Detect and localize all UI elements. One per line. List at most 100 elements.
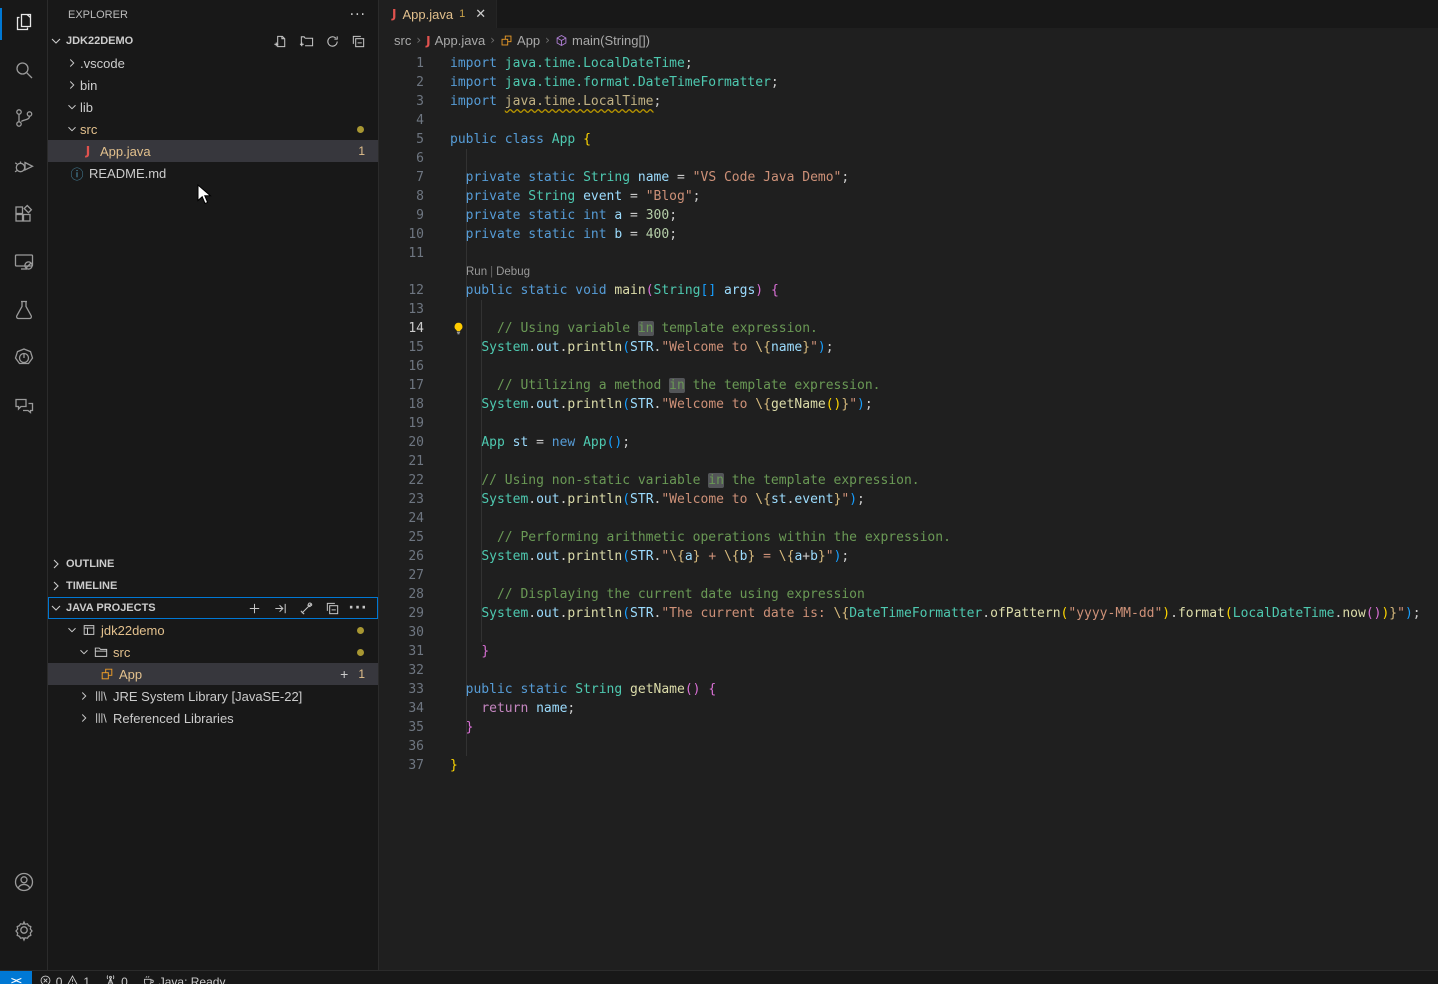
code-line-12[interactable]: 12 public static void main(String[] args… — [380, 281, 1438, 300]
code-line-26[interactable]: 26 System.out.println(STR."\{a} + \{b} =… — [380, 547, 1438, 566]
explorer-item-lib[interactable]: lib — [48, 96, 378, 118]
code-line-11[interactable]: 11 — [380, 244, 1438, 263]
code-line-15[interactable]: 15 System.out.println(STR."Welcome to \{… — [380, 338, 1438, 357]
collapse-all-icon[interactable] — [348, 31, 368, 51]
code-line-2[interactable]: 2import java.time.format.DateTimeFormatt… — [380, 73, 1438, 92]
code-line-content[interactable]: System.out.println(STR."Welcome to \{nam… — [450, 338, 834, 357]
breadcrumb-item-app[interactable]: App — [500, 33, 540, 48]
code-line-20[interactable]: 20 App st = new App(); — [380, 433, 1438, 452]
java-projects-item-jp-src[interactable]: src — [48, 641, 378, 663]
code-line-content[interactable]: private static String name = "VS Code Ja… — [450, 168, 849, 187]
code-line-content[interactable]: System.out.println(STR."Welcome to \{st.… — [450, 490, 865, 509]
activity-remote-explorer[interactable] — [0, 240, 48, 288]
code-line-23[interactable]: 23 System.out.println(STR."Welcome to \{… — [380, 490, 1438, 509]
line-number[interactable]: 17 — [380, 376, 424, 395]
code-line-8[interactable]: 8 private String event = "Blog"; — [380, 187, 1438, 206]
line-number[interactable]: 28 — [380, 585, 424, 604]
code-line-17[interactable]: 17 // Utilizing a method in the template… — [380, 376, 1438, 395]
activity-run-debug[interactable] — [0, 144, 48, 192]
code-line-content[interactable]: App st = new App(); — [450, 433, 630, 452]
codelens-run[interactable]: Run — [466, 266, 487, 278]
code-line-34[interactable]: 34 return name; — [380, 699, 1438, 718]
code-line-3[interactable]: 3 import java.time.LocalTime; — [380, 92, 1438, 111]
code-line-content[interactable]: public static String getName() { — [450, 680, 716, 699]
explorer-item-readme[interactable]: ⓘREADME.md — [48, 162, 378, 184]
line-number[interactable]: 5 — [380, 130, 424, 149]
code-line-content[interactable]: System.out.println(STR."The current date… — [450, 604, 1421, 623]
code-line-content[interactable]: // Performing arithmetic operations with… — [450, 528, 951, 547]
code-line-content[interactable]: // Using variable in template expression… — [450, 319, 818, 338]
line-number[interactable]: 21 — [380, 452, 424, 471]
line-number[interactable]: 22 — [380, 471, 424, 490]
explorer-item-vscode[interactable]: .vscode — [48, 52, 378, 74]
activity-extensions[interactable] — [0, 192, 48, 240]
code-line-content[interactable]: // Using non-static variable in the temp… — [450, 471, 920, 490]
code-line-33[interactable]: 33 public static String getName() { — [380, 680, 1438, 699]
code-line-content[interactable]: import java.time.LocalTime; — [450, 92, 661, 111]
code-line-content[interactable]: System.out.println(STR."\{a} + \{b} = \{… — [450, 547, 849, 566]
line-number[interactable]: 31 — [380, 642, 424, 661]
new-file-icon[interactable] — [270, 31, 290, 51]
remote-indicator[interactable]: >< — [0, 971, 32, 984]
line-number[interactable]: 15 — [380, 338, 424, 357]
line-number[interactable]: 1 — [380, 54, 424, 73]
line-number[interactable]: 27 — [380, 566, 424, 585]
ports-status[interactable]: 0 — [97, 971, 135, 984]
code-line-content[interactable]: public class App { — [450, 130, 591, 149]
code-line-9[interactable]: 9 private static int a = 300; — [380, 206, 1438, 225]
line-number[interactable]: 29 — [380, 604, 424, 623]
code-line-6[interactable]: 6 — [380, 149, 1438, 168]
explorer-item-app-java[interactable]: JApp.java1 — [48, 140, 378, 162]
code-line-19[interactable]: 19 — [380, 414, 1438, 433]
code-line-content[interactable]: private static int a = 300; — [450, 206, 677, 225]
line-number[interactable]: 24 — [380, 509, 424, 528]
code-line-37[interactable]: 37} — [380, 756, 1438, 775]
build-workspace-icon[interactable] — [296, 598, 316, 618]
line-number[interactable]: 13 — [380, 300, 424, 319]
code-line-content[interactable]: return name; — [450, 699, 575, 718]
code-line-content[interactable]: } — [450, 642, 489, 661]
new-folder-icon[interactable] — [296, 31, 316, 51]
code-line-5[interactable]: 5 public class App { — [380, 130, 1438, 149]
code-line-24[interactable]: 24 — [380, 509, 1438, 528]
line-number[interactable]: 3 — [380, 92, 424, 111]
code-line-content[interactable]: } — [450, 756, 458, 775]
code-line-29[interactable]: 29 System.out.println(STR."The current d… — [380, 604, 1438, 623]
code-line-content[interactable]: } — [450, 718, 473, 737]
lightbulb-icon[interactable] — [451, 321, 466, 336]
activity-testing[interactable] — [0, 288, 48, 336]
code-line-content[interactable]: private String event = "Blog"; — [450, 187, 701, 206]
more-actions-icon[interactable]: ··· — [348, 598, 368, 618]
timeline-section-header[interactable]: TIMELINE — [48, 575, 378, 597]
code-line-content[interactable]: private static int b = 400; — [450, 225, 677, 244]
collapse-all-icon[interactable] — [322, 598, 342, 618]
code-line-14[interactable]: 14 // Using variable in template express… — [380, 319, 1438, 338]
explorer-item-bin[interactable]: bin — [48, 74, 378, 96]
settings-button[interactable] — [0, 908, 48, 956]
code-line-content[interactable]: import java.time.format.DateTimeFormatte… — [450, 73, 779, 92]
line-number[interactable]: 34 — [380, 699, 424, 718]
code-line-25[interactable]: 25 // Performing arithmetic operations w… — [380, 528, 1438, 547]
code-line-content[interactable]: System.out.println(STR."Welcome to \{get… — [450, 395, 873, 414]
add-project-icon[interactable] — [244, 598, 264, 618]
code-line-10[interactable]: 10 private static int b = 400; — [380, 225, 1438, 244]
line-number[interactable]: 23 — [380, 490, 424, 509]
code-line-28[interactable]: 28 // Displaying the current date using … — [380, 585, 1438, 604]
line-number[interactable]: 20 — [380, 433, 424, 452]
line-number[interactable]: 12 — [380, 281, 424, 300]
activity-search[interactable] — [0, 48, 48, 96]
line-number[interactable]: 25 — [380, 528, 424, 547]
activity-dashboard[interactable] — [0, 336, 48, 384]
code-line-21[interactable]: 21 — [380, 452, 1438, 471]
problems-status[interactable]: 0 1 — [32, 971, 97, 984]
folder-section-header[interactable]: JDK22DEMO — [48, 30, 378, 52]
line-number[interactable]: 37 — [380, 756, 424, 775]
inline-add-icon[interactable]: + — [340, 666, 348, 682]
line-number[interactable]: 36 — [380, 737, 424, 756]
code-line-22[interactable]: 22 // Using non-static variable in the t… — [380, 471, 1438, 490]
line-number[interactable]: 9 — [380, 206, 424, 225]
code-line-18[interactable]: 18 System.out.println(STR."Welcome to \{… — [380, 395, 1438, 414]
code-line-27[interactable]: 27 — [380, 566, 1438, 585]
line-number[interactable]: 30 — [380, 623, 424, 642]
line-number[interactable]: 8 — [380, 187, 424, 206]
